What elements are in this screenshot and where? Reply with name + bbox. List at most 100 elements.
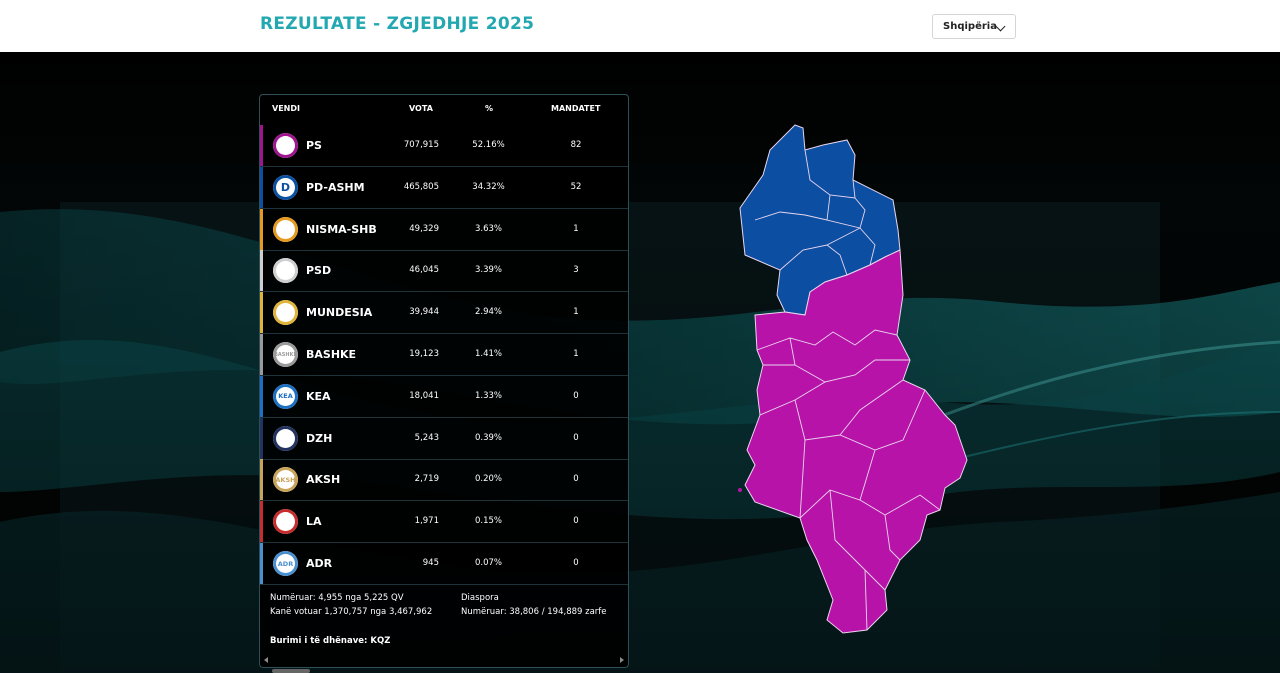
map-island bbox=[738, 488, 742, 492]
party-name: DZH bbox=[306, 431, 333, 445]
table-row[interactable]: AKSH AKSH 2,719 0.20% 0 bbox=[260, 459, 628, 502]
party-percent: 0.15% bbox=[474, 516, 502, 527]
party-name: LA bbox=[306, 515, 322, 529]
diaspora-counted-text: Numëruar: 38,806 / 194,889 zarfe bbox=[461, 607, 607, 617]
party-color-bar bbox=[260, 417, 263, 459]
party-name: KEA bbox=[306, 389, 331, 403]
party-color-bar bbox=[260, 292, 263, 334]
party-logo-text: KEA bbox=[278, 392, 293, 401]
country-selector[interactable]: Shqipëria bbox=[932, 14, 1016, 39]
nisma-logo-icon bbox=[273, 216, 298, 242]
party-name: BASHKE bbox=[306, 348, 357, 361]
table-row[interactable]: KEA KEA 18,041 1.33% 0 bbox=[260, 375, 628, 418]
scroll-right-icon[interactable] bbox=[620, 657, 624, 663]
albania-results-map[interactable] bbox=[735, 120, 970, 635]
aksh-logo-icon: AKSH bbox=[273, 467, 298, 493]
adr-logo-icon: ADR bbox=[273, 551, 298, 576]
party-seats: 0 bbox=[573, 516, 579, 527]
table-row[interactable]: PSD 46,045 3.39% 3 bbox=[260, 250, 628, 293]
country-selector-value: Shqipëria bbox=[943, 21, 997, 32]
table-row[interactable]: DZH 5,243 0.39% 0 bbox=[260, 417, 628, 460]
table-row[interactable]: NISMA-SHB 49,329 3.63% 1 bbox=[260, 208, 628, 251]
party-percent: 1.41% bbox=[474, 349, 502, 359]
party-votes: 465,805 bbox=[403, 181, 439, 192]
party-seats: 0 bbox=[573, 432, 579, 443]
party-percent: 3.39% bbox=[474, 265, 502, 276]
counted-stations-text: Numëruar: 4,955 nga 5,225 QV bbox=[270, 593, 404, 603]
party-color-bar bbox=[260, 250, 263, 292]
table-row[interactable]: PS 707,915 52.16% 82 bbox=[260, 125, 628, 167]
horizontal-scrollbar[interactable] bbox=[260, 653, 628, 667]
page-title: REZULTATE - ZGJEDHJE 2025 bbox=[260, 14, 535, 34]
column-header-seats: MANDATET bbox=[551, 104, 601, 113]
party-color-bar bbox=[260, 334, 263, 375]
party-name: NISMA-SHB bbox=[306, 222, 377, 236]
party-votes: 945 bbox=[422, 558, 439, 568]
mundesia-logo-icon bbox=[273, 300, 298, 326]
diaspora-title: Diaspora bbox=[461, 593, 499, 603]
party-name: PSD bbox=[306, 264, 332, 278]
party-votes: 49,329 bbox=[409, 223, 439, 234]
table-row[interactable]: LA 1,971 0.15% 0 bbox=[260, 501, 628, 544]
party-seats: 1 bbox=[573, 349, 579, 359]
header-bar: REZULTATE - ZGJEDHJE 2025 Shqipëria bbox=[0, 0, 1280, 52]
party-name: PD-ASHM bbox=[306, 180, 365, 194]
party-seats: 0 bbox=[573, 474, 579, 485]
party-seats: 82 bbox=[570, 140, 582, 150]
pd-logo-icon: D bbox=[273, 174, 298, 200]
party-seats: 1 bbox=[573, 307, 579, 318]
party-percent: 52.16% bbox=[472, 140, 505, 150]
party-votes: 2,719 bbox=[414, 474, 439, 485]
party-votes: 1,971 bbox=[414, 516, 439, 527]
kea-logo-icon: KEA bbox=[273, 383, 298, 409]
party-votes: 18,041 bbox=[409, 390, 439, 401]
table-row[interactable]: BASHKE BASHKE 19,123 1.41% 1 bbox=[260, 334, 628, 376]
party-votes: 5,243 bbox=[414, 432, 439, 443]
party-color-bar bbox=[260, 501, 263, 543]
ps-logo-icon bbox=[273, 133, 298, 158]
party-color-bar bbox=[260, 459, 263, 501]
party-votes: 19,123 bbox=[409, 349, 439, 359]
turnout-text: Kanë votuar 1,370,757 nga 3,467,962 bbox=[270, 607, 433, 617]
party-percent: 0.07% bbox=[474, 558, 502, 568]
party-percent: 3.63% bbox=[474, 223, 502, 234]
party-seats: 0 bbox=[573, 558, 579, 568]
scroll-left-icon[interactable] bbox=[264, 657, 268, 663]
column-header-party: VENDI bbox=[272, 104, 300, 113]
party-color-bar bbox=[260, 375, 263, 417]
party-percent: 34.32% bbox=[472, 181, 505, 192]
party-logo-text: AKSH bbox=[275, 475, 296, 484]
party-name: AKSH bbox=[306, 473, 341, 487]
party-name: ADR bbox=[306, 557, 333, 570]
table-row[interactable]: MUNDESIA 39,944 2.94% 1 bbox=[260, 292, 628, 335]
psd-logo-icon bbox=[273, 258, 298, 284]
dzh-logo-icon bbox=[273, 425, 298, 451]
party-name: PS bbox=[306, 139, 322, 152]
column-header-percent: % bbox=[485, 104, 494, 113]
background-art bbox=[0, 52, 1280, 673]
party-color-bar bbox=[260, 125, 263, 166]
party-color-bar bbox=[260, 208, 263, 250]
table-row[interactable]: ADR ADR 945 0.07% 0 bbox=[260, 543, 628, 585]
page-scroll-thumb[interactable] bbox=[272, 669, 310, 673]
party-color-bar bbox=[260, 543, 263, 584]
party-logo-text: D bbox=[280, 180, 291, 194]
party-votes: 39,944 bbox=[409, 307, 439, 318]
chevron-down-icon bbox=[995, 21, 1006, 32]
party-seats: 0 bbox=[573, 390, 579, 401]
results-panel: VENDI VOTA % MANDATET PS 707,915 52.16% 82 D… bbox=[259, 94, 629, 668]
party-logo-text: BASHKE bbox=[274, 351, 297, 358]
party-seats: 3 bbox=[573, 265, 579, 276]
party-percent: 0.39% bbox=[474, 432, 502, 443]
table-header: VENDI VOTA % MANDATET bbox=[260, 95, 628, 123]
column-header-votes: VOTA bbox=[409, 104, 433, 113]
party-seats: 1 bbox=[573, 223, 579, 234]
party-logo-text: ADR bbox=[277, 559, 294, 568]
party-votes: 46,045 bbox=[409, 265, 439, 276]
party-votes: 707,915 bbox=[403, 140, 439, 150]
party-seats: 52 bbox=[570, 181, 582, 192]
party-percent: 1.33% bbox=[474, 390, 502, 401]
bashke-logo-icon: BASHKE bbox=[273, 342, 298, 367]
table-row[interactable]: D PD-ASHM 465,805 34.32% 52 bbox=[260, 166, 628, 209]
party-name: MUNDESIA bbox=[306, 306, 373, 320]
